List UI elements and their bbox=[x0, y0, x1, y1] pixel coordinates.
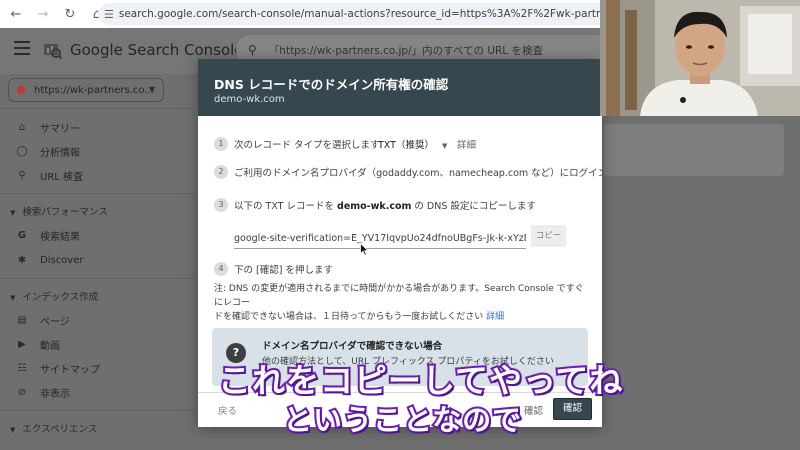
step-1-text: 次のレコード タイプを選択します: bbox=[234, 140, 383, 151]
sidebar-item-pages[interactable]: ▤ ページ bbox=[16, 311, 70, 329]
sidebar-section-index[interactable]: ▼ インデックス作成 bbox=[10, 289, 98, 303]
alternative-method-title: ドメイン名プロバイダで確認できない場合 bbox=[262, 341, 443, 352]
step-3-text: 以下の TXT レコードを demo-wk.com の DNS 設定にコピーしま… bbox=[234, 201, 536, 212]
dialog-header: DNS レコードでのドメイン所有権の確認 demo-wk.com bbox=[198, 59, 602, 116]
webcam-presenter-image bbox=[600, 0, 800, 116]
google-g-icon: G bbox=[17, 229, 27, 241]
address-bar[interactable]: ☰ search.google.com/search-console/manua… bbox=[98, 3, 618, 25]
sidebar-item-discover[interactable]: ✱ Discover bbox=[16, 251, 84, 269]
dialog-title: DNS レコードでのドメイン所有権の確認 bbox=[214, 77, 449, 92]
search-icon: ⚲ bbox=[18, 169, 26, 181]
asterisk-icon: ✱ bbox=[17, 254, 27, 266]
mouse-cursor-icon bbox=[360, 243, 369, 256]
property-selector[interactable]: https://wk-partners.co... ▼ bbox=[8, 78, 164, 102]
dns-propagation-note: 注: DNS の変更が適用されるまでに時間がかかる場合があります。Search … bbox=[214, 284, 584, 322]
pages-icon: ▤ bbox=[17, 314, 27, 326]
record-type-details-link[interactable]: 詳細 bbox=[457, 137, 476, 151]
search-console-logo-icon bbox=[44, 44, 62, 60]
step-number: 2 bbox=[214, 165, 228, 179]
sidebar: https://wk-partners.co... ▼ ⌂ サマリー ◯ 分析情… bbox=[0, 74, 196, 450]
sidebar-divider bbox=[0, 410, 196, 411]
property-favicon-icon bbox=[17, 86, 25, 94]
sidebar-item-sitemaps[interactable]: ☷ サイトマップ bbox=[16, 359, 100, 377]
app-title: Google Search Console bbox=[70, 41, 244, 59]
sidebar-item-search-results[interactable]: G 検索結果 bbox=[16, 226, 80, 244]
sidebar-item-videos[interactable]: ▶ 動画 bbox=[16, 335, 60, 353]
dropdown-caret-icon: ▼ bbox=[441, 142, 448, 150]
step-2-text: ご利用のドメイン名プロバイダ（godaddy.com、namecheap.com… bbox=[234, 168, 602, 179]
site-info-icon[interactable]: ☰ bbox=[104, 8, 114, 21]
back-button[interactable]: 戻る bbox=[218, 403, 237, 417]
sidebar-divider bbox=[0, 193, 196, 194]
sidebar-item-insights[interactable]: ◯ 分析情報 bbox=[16, 142, 80, 160]
hidden-eye-icon: ⊘ bbox=[17, 386, 27, 398]
step-number: 4 bbox=[214, 262, 228, 276]
collapse-triangle-icon: ▼ bbox=[10, 209, 16, 217]
step-3-domain: demo-wk.com bbox=[337, 201, 412, 212]
sidebar-divider bbox=[0, 278, 196, 279]
step-number: 3 bbox=[214, 198, 228, 212]
txt-record-field[interactable]: google-site-verification=E_YV17IqvpUo24d… bbox=[234, 229, 526, 249]
sidebar-item-removals[interactable]: ⊘ 非表示 bbox=[16, 383, 70, 401]
collapse-triangle-icon: ▼ bbox=[10, 426, 16, 434]
search-icon: ⚲ bbox=[248, 43, 257, 57]
hamburger-menu-icon[interactable] bbox=[14, 41, 30, 55]
home-icon: ⌂ bbox=[18, 121, 26, 133]
sidebar-section-performance[interactable]: ▼ 検索パフォーマンス bbox=[10, 204, 108, 218]
sidebar-section-experience[interactable]: ▼ エクスペリエンス bbox=[10, 421, 97, 435]
lightbulb-icon: ◯ bbox=[16, 145, 28, 157]
sidebar-divider bbox=[0, 108, 196, 109]
property-name: https://wk-partners.co... bbox=[34, 84, 154, 96]
sidebar-item-url-inspection[interactable]: ⚲ URL 検査 bbox=[16, 166, 83, 184]
reload-icon[interactable]: ↻ bbox=[59, 3, 81, 25]
background-content-card bbox=[604, 124, 784, 176]
video-icon: ▶ bbox=[18, 338, 26, 350]
dialog-domain: demo-wk.com bbox=[214, 94, 285, 105]
sitemap-icon: ☷ bbox=[17, 362, 27, 374]
step-4-text: 下の [確認] を押します bbox=[234, 265, 333, 276]
forward-arrow-icon[interactable]: → bbox=[32, 3, 54, 25]
video-caption-line-1: これをコピーしてやってね bbox=[216, 359, 624, 402]
video-caption-line-2: ということなので bbox=[281, 401, 523, 439]
collapse-triangle-icon: ▼ bbox=[10, 294, 16, 302]
dialog-body: 1 次のレコード タイプを選択します: TXT（推奨） ▼ 詳細 2 ご利用のドメ… bbox=[198, 116, 602, 392]
record-type-select[interactable]: TXT（推奨） ▼ bbox=[378, 137, 447, 151]
address-bar-url: search.google.com/search-console/manual-… bbox=[118, 8, 618, 20]
sidebar-item-summary[interactable]: ⌂ サマリー bbox=[16, 118, 80, 136]
verify-later-button[interactable]: 確認 bbox=[524, 403, 543, 417]
back-arrow-icon[interactable]: ← bbox=[5, 3, 27, 25]
copy-button[interactable]: コピー bbox=[531, 225, 566, 247]
note-details-link[interactable]: 詳細 bbox=[486, 312, 504, 322]
search-placeholder: 「https://wk-partners.co.jp/」内のすべての URL を… bbox=[268, 44, 543, 57]
dropdown-caret-icon: ▼ bbox=[148, 85, 155, 94]
step-number: 1 bbox=[214, 137, 228, 151]
